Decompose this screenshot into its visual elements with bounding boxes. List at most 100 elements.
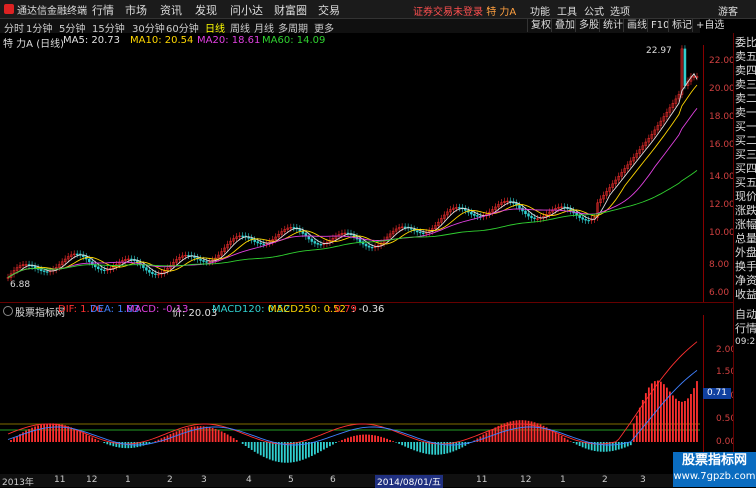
quote-panel-lower-label[interactable]: 行情: [735, 322, 756, 335]
macd-layer: [0, 341, 700, 463]
period-15min[interactable]: 15分钟: [92, 20, 125, 35]
period-more[interactable]: 更多: [314, 20, 334, 35]
date-tick: 2013年: [2, 478, 34, 488]
tool-multistock[interactable]: 多股: [575, 19, 599, 32]
price-tick: 20.00: [709, 84, 735, 94]
quote-panel-label: 买一: [735, 120, 756, 133]
app-title-text: 通达信金融终端: [17, 5, 87, 17]
menu-discover[interactable]: 发现: [195, 2, 217, 18]
candle-body: [154, 273, 157, 275]
quote-panel-label: 卖五: [735, 50, 756, 63]
date-tick: 1: [125, 475, 131, 485]
date-tick: 2: [602, 475, 608, 485]
candle-body: [142, 264, 145, 268]
candle-body: [587, 219, 590, 222]
candle-body: [310, 238, 314, 242]
menu-ask[interactable]: 问小达: [230, 2, 263, 18]
quote-panel-label: 总量: [735, 232, 756, 245]
tool-adjust[interactable]: 复权: [527, 19, 551, 32]
menu-function[interactable]: 功能: [530, 3, 550, 18]
ma10-line: [7, 84, 698, 278]
tool-f10[interactable]: F10: [647, 19, 669, 32]
candle-body: [581, 217, 584, 220]
candle-body: [307, 236, 311, 240]
menu-tools[interactable]: 工具: [557, 3, 577, 18]
candle-body: [683, 48, 687, 86]
period-multi[interactable]: 多周期: [278, 20, 308, 35]
date-tick: 11: [476, 475, 488, 485]
candle-body: [205, 261, 208, 263]
quote-panel-label: 卖一: [735, 106, 756, 119]
candle-body: [42, 270, 46, 272]
indicator-name[interactable]: 股票指标网: [3, 304, 65, 319]
watermark-url: www.7gpzb.com: [673, 471, 756, 482]
dif-line: [7, 341, 698, 445]
period-tick[interactable]: 分时: [4, 20, 24, 35]
period-5min[interactable]: 5分钟: [59, 20, 85, 35]
max-price-label: 22.97: [646, 46, 672, 56]
menu-formula[interactable]: 公式: [584, 3, 604, 18]
tool-draw[interactable]: 画线: [623, 19, 647, 32]
candle-body: [418, 231, 422, 234]
quote-panel-label: 涨幅: [735, 218, 756, 231]
quote-panel-label: 涨跌: [735, 204, 756, 217]
price-axis-line: [703, 45, 704, 303]
date-tick: 11: [54, 475, 66, 485]
tool-stats[interactable]: 统计: [599, 19, 623, 32]
app-logo-icon: [4, 4, 14, 14]
candle-body: [473, 213, 476, 216]
period-weekly[interactable]: 周线: [230, 20, 250, 35]
date-tick: 5: [288, 475, 294, 485]
indicator-gear-icon: [3, 306, 13, 316]
candle-body: [241, 235, 244, 237]
candle-body: [100, 268, 103, 271]
candle-body: [148, 269, 151, 273]
candle-body: [518, 205, 521, 209]
menu-trade[interactable]: 交易: [318, 2, 340, 18]
period-60min[interactable]: 60分钟: [166, 20, 199, 35]
period-daily[interactable]: 日线: [205, 20, 225, 35]
quote-panel-label: 买二: [735, 134, 756, 147]
candle-body: [533, 217, 536, 219]
watermark-title: 股票指标网: [681, 453, 747, 468]
date-tick: 1: [560, 475, 566, 485]
quote-panel-label: 买三: [735, 148, 756, 161]
menu-wealth[interactable]: 财富圈: [274, 2, 307, 18]
date-tick: 6: [330, 475, 336, 485]
period-monthly[interactable]: 月线: [254, 20, 274, 35]
candle-body: [45, 271, 49, 273]
candle-body: [292, 227, 296, 229]
period-30min[interactable]: 30分钟: [132, 20, 165, 35]
date-tick: 12: [86, 475, 98, 485]
quote-panel-label: 净资: [735, 274, 756, 287]
menu-market[interactable]: 市场: [125, 2, 147, 18]
menu-news[interactable]: 资讯: [160, 2, 182, 18]
quote-panel-label: 买四: [735, 162, 756, 175]
price-tick: 16.00: [709, 140, 735, 150]
price-tick: 8.00: [709, 260, 730, 270]
stock-name: 特 力A: [486, 7, 517, 18]
kline-chart[interactable]: [0, 45, 733, 475]
tool-add-favorite[interactable]: +自选: [692, 19, 724, 32]
quote-panel-label: 卖四: [735, 64, 756, 77]
tool-overlay[interactable]: 叠加: [551, 19, 575, 32]
candle-body: [199, 258, 202, 261]
menu-guest[interactable]: 游客: [718, 3, 738, 18]
menu-quotes[interactable]: 行情: [92, 2, 114, 18]
quote-panel-label: 外盘: [735, 246, 756, 259]
quote-panel-lower-label: 09:25: [735, 337, 756, 347]
tool-mark[interactable]: 标记: [668, 19, 692, 32]
price-tick: 14.00: [709, 172, 735, 182]
candle-body: [75, 253, 79, 256]
value-b-label: : -0.36: [352, 304, 385, 315]
candle-body: [313, 241, 317, 244]
price-tick: 22.00: [709, 56, 735, 66]
login-status[interactable]: 证券交易未登录 特 力A: [413, 3, 516, 18]
candle-body: [524, 210, 527, 215]
menu-options[interactable]: 选项: [610, 3, 630, 18]
quote-panel-label: 收益: [735, 288, 756, 301]
period-1min[interactable]: 1分钟: [26, 20, 52, 35]
candle-body: [262, 243, 265, 245]
quote-panel-lower-label[interactable]: 自动: [735, 308, 756, 321]
ma60-line: [7, 170, 698, 278]
